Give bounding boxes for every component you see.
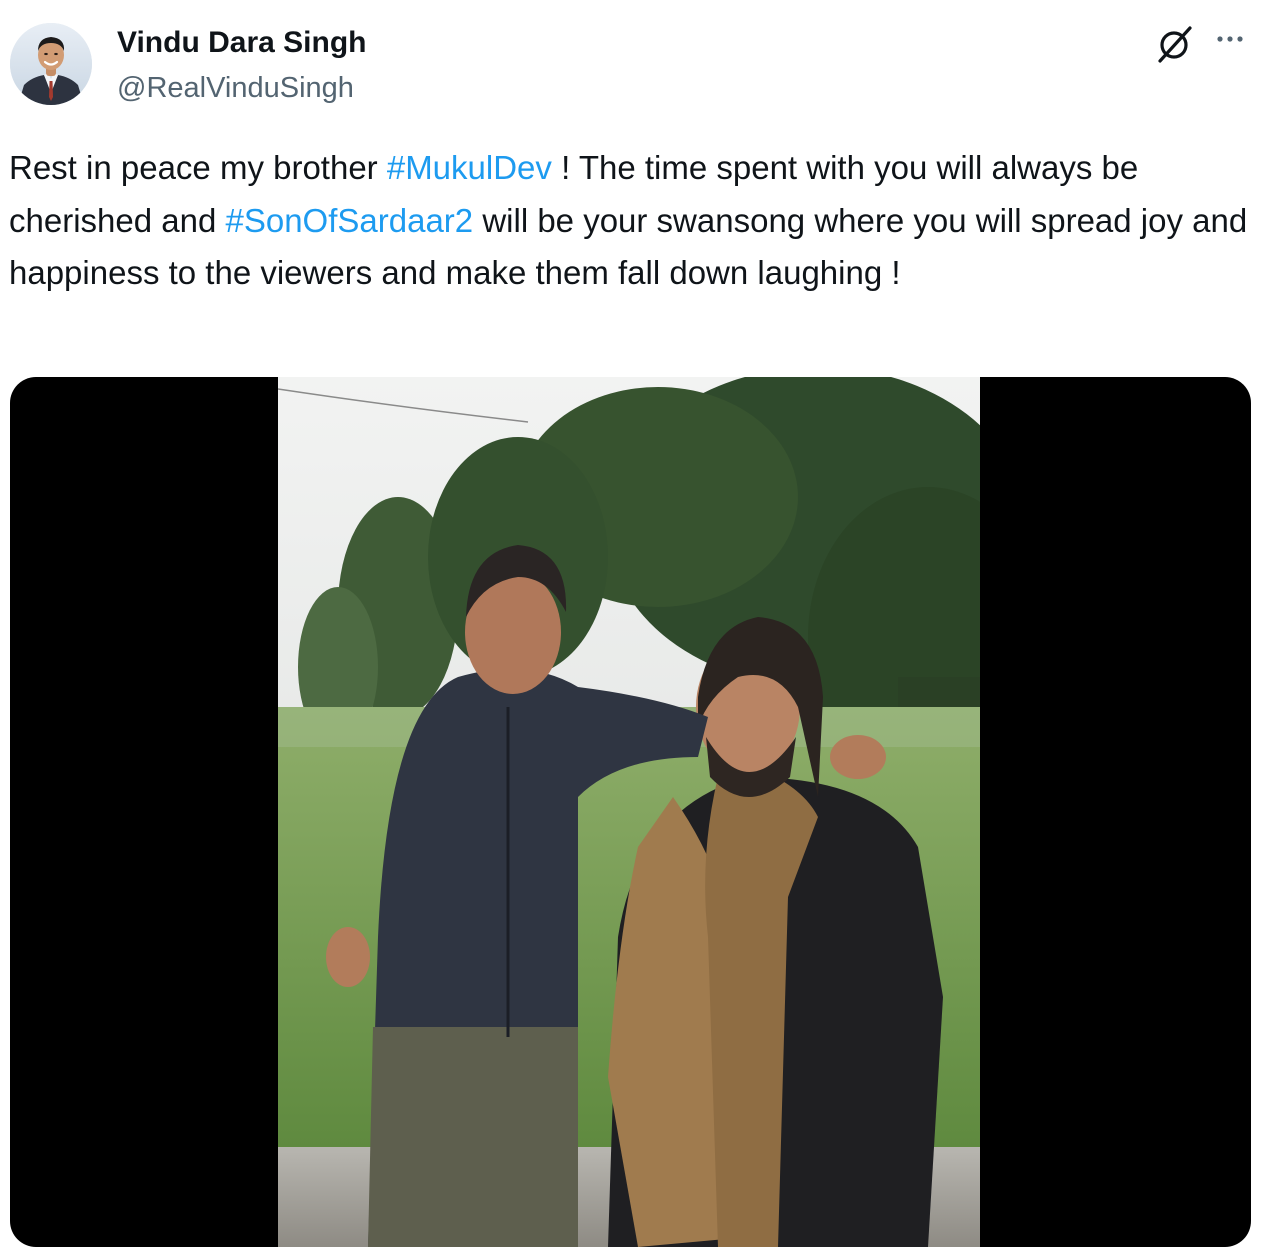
grok-icon[interactable] [1154,22,1196,64]
avatar[interactable] [10,23,92,105]
video-player[interactable] [10,377,1251,1247]
tweet-card: Vindu Dara Singh @RealVinduSingh Rest in… [0,0,1280,1247]
ellipsis-icon [1217,36,1243,42]
hashtag-mukuldev[interactable]: #MukulDev [387,149,552,186]
hashtag-sonofsardaar2[interactable]: #SonOfSardaar2 [225,202,473,239]
author-display-name[interactable]: Vindu Dara Singh [117,26,366,60]
tweet-text-part: Rest in peace my brother [9,149,387,186]
grok-icon-glyph [1158,26,1192,63]
avatar-image [10,23,92,105]
video-frame [278,377,980,1247]
more-options-icon[interactable] [1208,24,1252,54]
tweet-text: Rest in peace my brother #MukulDev ! The… [9,142,1259,300]
author-handle[interactable]: @RealVinduSingh [117,72,366,104]
author-info: Vindu Dara Singh @RealVinduSingh [117,26,366,104]
video-thumbnail [278,377,980,1247]
